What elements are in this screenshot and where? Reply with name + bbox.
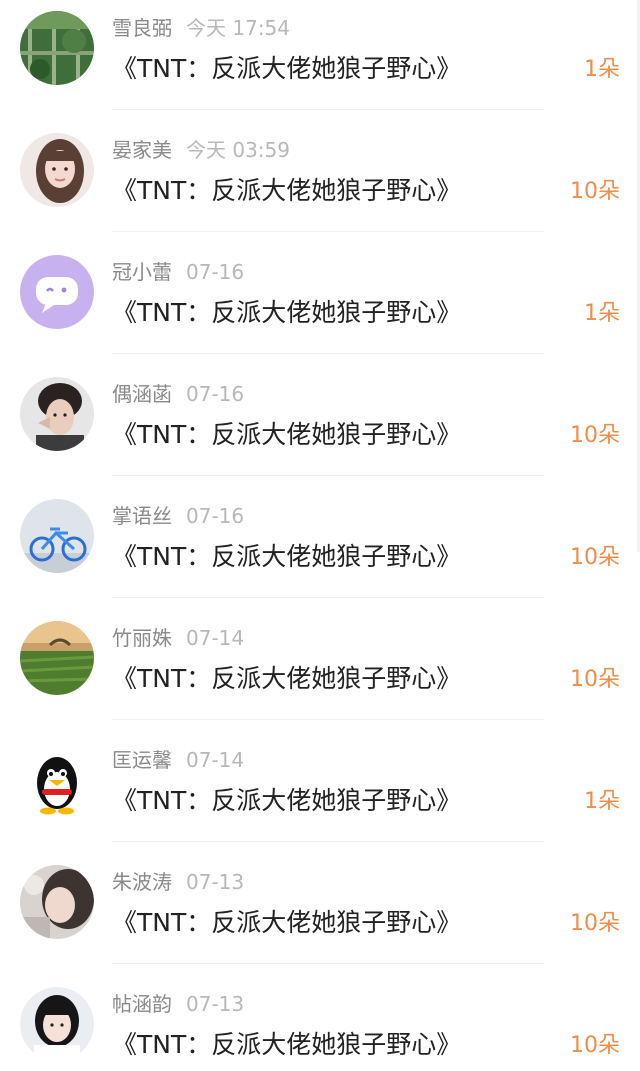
- list-item[interactable]: 匡运馨 07-14 《TNT：反派大佬她狼子野心》 1朵: [0, 731, 640, 853]
- book-title[interactable]: 《TNT：反派大佬她狼子野心》: [112, 783, 461, 819]
- avatar-green-field[interactable]: [20, 11, 94, 85]
- divider: [112, 597, 544, 598]
- list-item[interactable]: 帖涵韵 07-13 《TNT：反派大佬她狼子野心》 10朵: [0, 975, 640, 1071]
- timestamp: 07-13: [186, 870, 245, 894]
- user-meta: 偶涵菡 07-16: [112, 380, 244, 408]
- book-title[interactable]: 《TNT：反派大佬她狼子野心》: [112, 905, 461, 941]
- divider: [112, 841, 544, 842]
- user-meta: 冠小蕾 07-16: [112, 258, 244, 286]
- flower-count: 1朵: [584, 57, 620, 82]
- user-meta: 帖涵韵 07-13: [112, 990, 244, 1018]
- book-title[interactable]: 《TNT：反派大佬她狼子野心》: [112, 539, 461, 575]
- user-name[interactable]: 晏家美: [112, 138, 172, 162]
- timestamp: 07-16: [186, 260, 245, 284]
- book-title[interactable]: 《TNT：反派大佬她狼子野心》: [112, 661, 461, 697]
- user-name[interactable]: 帖涵韵: [112, 992, 172, 1016]
- timestamp: 07-16: [186, 382, 245, 406]
- flower-count: 10朵: [570, 179, 620, 204]
- list-item[interactable]: 掌语丝 07-16 《TNT：反派大佬她狼子野心》 10朵: [0, 487, 640, 609]
- list-item[interactable]: 晏家美 今天 03:59 《TNT：反派大佬她狼子野心》 10朵: [0, 121, 640, 243]
- avatar-bicycle[interactable]: [20, 499, 94, 573]
- user-meta: 雪良弼 今天 17:54: [112, 14, 290, 42]
- divider: [112, 353, 544, 354]
- timestamp: 今天 17:54: [186, 16, 290, 40]
- timestamp: 07-14: [186, 748, 245, 772]
- divider: [112, 475, 544, 476]
- user-meta: 晏家美 今天 03:59: [112, 136, 290, 164]
- avatar-purple-chat-bubble[interactable]: [20, 255, 94, 329]
- avatar-field-sunset[interactable]: [20, 621, 94, 695]
- book-title[interactable]: 《TNT：反派大佬她狼子野心》: [112, 173, 461, 209]
- book-title[interactable]: 《TNT：反派大佬她狼子野心》: [112, 417, 461, 453]
- book-title[interactable]: 《TNT：反派大佬她狼子野心》: [112, 1027, 461, 1063]
- flower-count: 10朵: [570, 1033, 620, 1058]
- list-item[interactable]: 冠小蕾 07-16 《TNT：反派大佬她狼子野心》 1朵: [0, 243, 640, 365]
- avatar-woman[interactable]: [20, 133, 94, 207]
- list-item[interactable]: 朱波涛 07-13 《TNT：反派大佬她狼子野心》 10朵: [0, 853, 640, 975]
- list-item[interactable]: 雪良弼 今天 17:54 《TNT：反派大佬她狼子野心》 1朵: [0, 0, 640, 121]
- user-name[interactable]: 雪良弼: [112, 16, 172, 40]
- user-name[interactable]: 匡运馨: [112, 748, 172, 772]
- timestamp: 07-14: [186, 626, 245, 650]
- list-item[interactable]: 竹丽姝 07-14 《TNT：反派大佬她狼子野心》 10朵: [0, 609, 640, 731]
- user-meta: 匡运馨 07-14: [112, 746, 244, 774]
- flower-count: 1朵: [584, 789, 620, 814]
- user-meta: 掌语丝 07-16: [112, 502, 244, 530]
- user-meta: 朱波涛 07-13: [112, 868, 244, 896]
- user-name[interactable]: 偶涵菡: [112, 382, 172, 406]
- list-item[interactable]: 偶涵菡 07-16 《TNT：反派大佬她狼子野心》 10朵: [0, 365, 640, 487]
- gift-record-list: 雪良弼 今天 17:54 《TNT：反派大佬她狼子野心》 1朵 晏家美 今天 03:59 《…: [0, 0, 640, 1071]
- divider: [112, 231, 544, 232]
- timestamp: 今天 03:59: [186, 138, 290, 162]
- flower-count: 10朵: [570, 667, 620, 692]
- timestamp: 07-13: [186, 992, 245, 1016]
- user-meta: 竹丽姝 07-14: [112, 624, 244, 652]
- book-title[interactable]: 《TNT：反派大佬她狼子野心》: [112, 295, 461, 331]
- timestamp: 07-16: [186, 504, 245, 528]
- divider: [112, 719, 544, 720]
- book-title[interactable]: 《TNT：反派大佬她狼子野心》: [112, 51, 461, 87]
- flower-count: 1朵: [584, 301, 620, 326]
- flower-count: 10朵: [570, 423, 620, 448]
- user-name[interactable]: 掌语丝: [112, 504, 172, 528]
- avatar-girl-blur[interactable]: [20, 865, 94, 939]
- flower-count: 10朵: [570, 911, 620, 936]
- divider: [112, 109, 544, 110]
- user-name[interactable]: 朱波涛: [112, 870, 172, 894]
- avatar-girl[interactable]: [20, 987, 94, 1061]
- flower-count: 10朵: [570, 545, 620, 570]
- divider: [112, 963, 544, 964]
- avatar-penguin[interactable]: [20, 743, 94, 817]
- user-name[interactable]: 竹丽姝: [112, 626, 172, 650]
- avatar-man[interactable]: [20, 377, 94, 451]
- user-name[interactable]: 冠小蕾: [112, 260, 172, 284]
